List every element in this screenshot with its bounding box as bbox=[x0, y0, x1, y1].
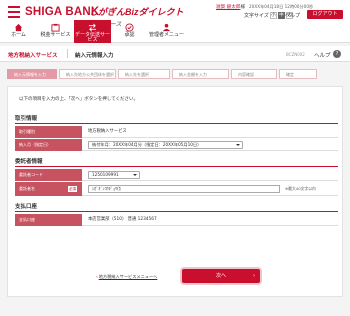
consignor-code-selected: 1250109991 bbox=[92, 172, 119, 177]
consignor-code-select[interactable]: 1250109991 bbox=[88, 171, 140, 179]
payment-account-value: 本店営業部（510） 普通 1234567 bbox=[88, 217, 157, 222]
logout-button[interactable]: ログアウト bbox=[307, 10, 343, 19]
step-6: 確定 bbox=[279, 69, 317, 79]
approval-icon bbox=[125, 23, 134, 32]
gnav-data-transfer[interactable]: データ伝送サービス bbox=[74, 20, 111, 43]
step-4: 納入金額を入力 bbox=[172, 69, 229, 79]
row-label: 取引種別 bbox=[15, 126, 82, 138]
step-2: 納入先地方公共団体を選択 bbox=[59, 69, 116, 79]
section-title-transaction: 取引情報 bbox=[15, 116, 38, 122]
gnav-approval[interactable]: 承認 bbox=[111, 20, 148, 43]
row-label: 支払口座 bbox=[15, 214, 82, 226]
payment-month-select[interactable]: 納付年月：20XX年04月分（指定日：20XX年05月10日） bbox=[88, 141, 243, 149]
gnav-data-transfer-label: データ伝送サービス bbox=[74, 32, 110, 43]
gnav-admin[interactable]: 管理者メニュー bbox=[148, 20, 185, 43]
gnav-home-label: ホーム bbox=[11, 32, 26, 38]
page-title: 納入元情報入力 bbox=[75, 53, 114, 59]
user-suffix: 様 bbox=[240, 5, 246, 10]
user-name: 滋賀 銀太郎様 bbox=[216, 4, 245, 10]
step-5: 内容確認 bbox=[231, 69, 277, 79]
user-name-link[interactable]: 滋賀 銀太郎 bbox=[216, 5, 240, 10]
admin-icon bbox=[162, 23, 171, 32]
consignor-name-hint: ※最大40文字以内 bbox=[285, 186, 316, 191]
global-nav: ホーム 税金サービス データ伝送サービス 承認 管理者メニュー bbox=[0, 20, 185, 43]
section-title-consignor: 委託者情報 bbox=[15, 159, 43, 165]
home-icon bbox=[14, 23, 23, 32]
screen-code: BCZN002 bbox=[286, 52, 305, 57]
bank-logo[interactable]: SHIGA BANK bbox=[6, 5, 99, 19]
back-to-menu-link[interactable]: ‹地方税納入サービスメニューへ bbox=[96, 274, 157, 280]
gnav-tax[interactable]: 税金サービス bbox=[37, 20, 74, 43]
step-3: 納入先を選択 bbox=[118, 69, 170, 79]
help-icon[interactable]: ? bbox=[333, 50, 341, 58]
font-size-label: 文字サイズ bbox=[244, 13, 269, 19]
row-label: 納入月（指定日） bbox=[15, 139, 82, 151]
tax-icon bbox=[51, 23, 60, 32]
intro-text: 以下の項目を入力の上、「次へ」ボタンを押してください。 bbox=[19, 97, 138, 102]
gnav-admin-label: 管理者メニュー bbox=[148, 32, 184, 38]
section-divider bbox=[15, 123, 338, 124]
back-to-menu-label: 地方税納入サービスメニューへ bbox=[98, 274, 158, 279]
consignor-name-input[interactable]: ｼｶﾞｷﾞﾝｺｳｷﾞｮｳ(ｶ bbox=[88, 185, 280, 193]
global-header: SHIGA BANK しがぎんBizダイレクト Lightコース 滋賀 銀太郎様… bbox=[0, 0, 350, 43]
chevron-down-icon bbox=[133, 174, 137, 176]
next-button[interactable]: 次へ › bbox=[182, 269, 260, 283]
form-card: 以下の項目を入力の上、「次へ」ボタンを押してください。 取引情報 取引種別 地方… bbox=[7, 86, 343, 297]
header-help-link[interactable]: ヘルプ bbox=[285, 12, 300, 19]
row-consignor-name: 委託者名 必須 ｼｶﾞｷﾞﾝｺｳｷﾞｮｳ(ｶ ※最大40文字以内 bbox=[15, 182, 338, 196]
data-transfer-icon bbox=[88, 23, 97, 32]
row-consignor-code: 委託者コード 1250109991 bbox=[15, 169, 338, 181]
row-payment-month: 納入月（指定日） 納付年月：20XX年04月分（指定日：20XX年05月10日） bbox=[15, 139, 338, 151]
next-button-label: 次へ bbox=[215, 273, 226, 279]
service-title: 地方税納入サービス bbox=[8, 53, 58, 59]
section-divider bbox=[15, 166, 338, 167]
chevron-down-icon bbox=[236, 144, 240, 146]
progress-steps: 納入元情報を入力 納入先地方公共団体を選択 納入先を選択 納入金額を入力 内容確… bbox=[7, 69, 319, 79]
font-size-small-button[interactable]: 小 bbox=[269, 12, 277, 19]
row-label: 委託者コード bbox=[15, 169, 82, 181]
required-badge: 必須 bbox=[68, 186, 77, 192]
page-title-bar: 地方税納入サービス 納入元情報入力 BCZN002 ヘルプ ? bbox=[0, 46, 350, 62]
section-title-payment: 支払口座 bbox=[15, 204, 38, 210]
gnav-home[interactable]: ホーム bbox=[0, 20, 37, 43]
row-payment-account: 支払口座 本店営業部（510） 普通 1234567 bbox=[15, 214, 338, 226]
title-divider bbox=[67, 49, 68, 58]
payment-month-selected: 納付年月：20XX年04月分（指定日：20XX年05月10日） bbox=[92, 142, 202, 147]
last-login: 20XX年04月18日 12時00分00秒 bbox=[249, 4, 314, 9]
bank-logo-mark-icon bbox=[6, 5, 22, 19]
transaction-type-value: 地方税納入サービス bbox=[88, 129, 127, 134]
section-divider bbox=[15, 211, 338, 212]
page-help-link[interactable]: ヘルプ bbox=[314, 51, 331, 59]
chevron-left-icon: ‹ bbox=[96, 274, 98, 279]
service-logo-name: しがぎんBizダイレクト bbox=[89, 7, 184, 17]
gnav-approval-label: 承認 bbox=[124, 32, 135, 38]
font-size-medium-button[interactable]: 中 bbox=[277, 12, 285, 19]
row-transaction-type: 取引種別 地方税納入サービス bbox=[15, 126, 338, 138]
chevron-right-icon: › bbox=[253, 273, 255, 279]
gnav-tax-label: 税金サービス bbox=[40, 32, 71, 38]
step-1: 納入元情報を入力 bbox=[7, 69, 57, 79]
